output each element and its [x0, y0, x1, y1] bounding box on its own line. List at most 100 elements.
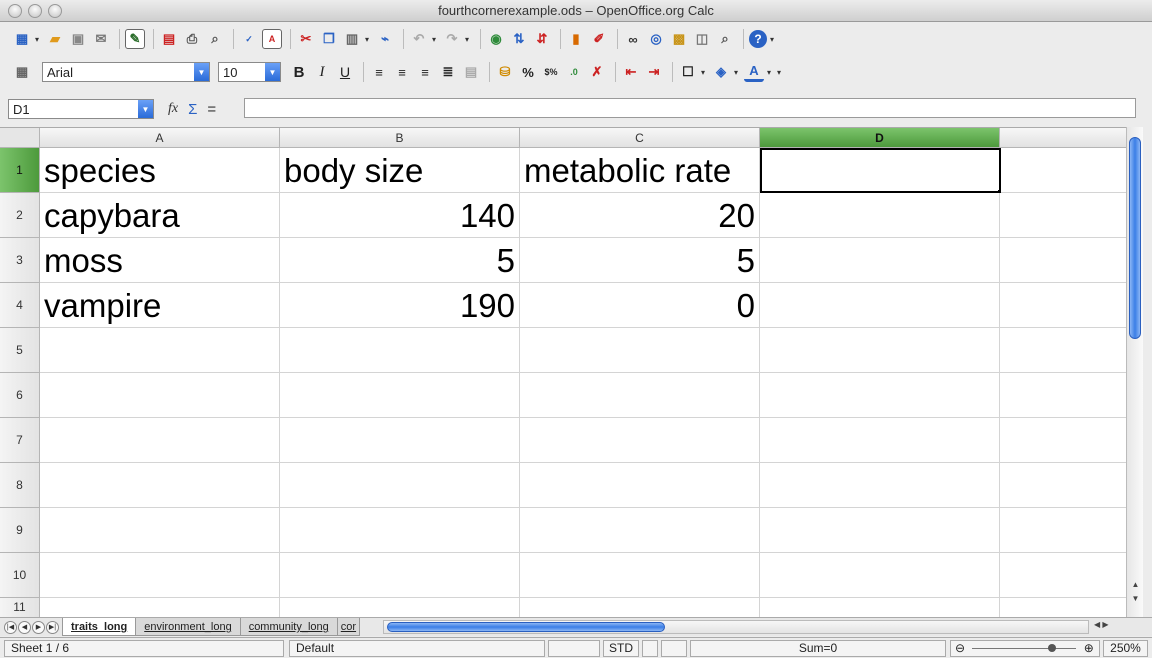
email-icon[interactable]: ✉: [91, 29, 111, 49]
cell-c1[interactable]: metabolic rate: [520, 148, 760, 193]
cell-e3[interactable]: [1000, 238, 1126, 283]
underline-button[interactable]: U: [335, 62, 355, 82]
cell-b5[interactable]: [280, 328, 520, 373]
status-selection-mode[interactable]: STD: [603, 640, 639, 657]
hyperlink-icon[interactable]: ◉: [486, 29, 506, 49]
currency-format-icon[interactable]: ⛁: [495, 62, 515, 82]
styles-formatting-icon[interactable]: ▦: [12, 62, 32, 82]
column-header-c[interactable]: C: [520, 128, 760, 148]
cell-e6[interactable]: [1000, 373, 1126, 418]
cell-a4[interactable]: vampire: [40, 283, 280, 328]
cell-b4[interactable]: 190: [280, 283, 520, 328]
cell-b2[interactable]: 140: [280, 193, 520, 238]
next-sheet-icon[interactable]: ▶: [32, 620, 45, 634]
cell-e11[interactable]: [1000, 598, 1126, 617]
cell-c4[interactable]: 0: [520, 283, 760, 328]
chevron-down-icon[interactable]: ▼: [265, 63, 280, 81]
cell-d9[interactable]: [760, 508, 1000, 553]
horizontal-scrollbar[interactable]: [383, 620, 1089, 634]
background-dropdown-icon[interactable]: ▾: [734, 68, 740, 77]
cell-e1[interactable]: [1000, 148, 1126, 193]
cell-d10[interactable]: [760, 553, 1000, 598]
previous-sheet-icon[interactable]: ◀: [18, 620, 31, 634]
page-preview-icon[interactable]: ⌕: [205, 29, 225, 49]
cell-d2[interactable]: [760, 193, 1000, 238]
font-color-icon[interactable]: A: [744, 62, 764, 82]
bold-button[interactable]: B: [289, 62, 309, 82]
font-color-dropdown-icon[interactable]: ▾: [767, 68, 773, 77]
cell-a1[interactable]: species: [40, 148, 280, 193]
help-icon[interactable]: ?: [749, 30, 767, 48]
print-icon[interactable]: ⎙: [182, 29, 202, 49]
sort-ascending-icon[interactable]: ⇅: [509, 29, 529, 49]
formula-input[interactable]: [244, 98, 1136, 118]
zoom-in-icon[interactable]: ⊕: [1084, 641, 1094, 655]
sheet-tab-traits-long[interactable]: traits_long: [62, 618, 137, 636]
cell-d1-selected[interactable]: [760, 148, 1001, 193]
align-center-icon[interactable]: ≡: [392, 62, 412, 82]
row-header[interactable]: 10: [0, 553, 40, 598]
export-pdf-icon[interactable]: ▤: [159, 29, 179, 49]
chart-icon[interactable]: ▮: [566, 29, 586, 49]
row-header[interactable]: 9: [0, 508, 40, 553]
cell-a11[interactable]: [40, 598, 280, 617]
cell-e4[interactable]: [1000, 283, 1126, 328]
cell-c6[interactable]: [520, 373, 760, 418]
cell-b7[interactable]: [280, 418, 520, 463]
justify-icon[interactable]: ≣: [438, 62, 458, 82]
cell-e5[interactable]: [1000, 328, 1126, 373]
sheet-tab-environment-long[interactable]: environment_long: [135, 618, 241, 636]
cell-b3[interactable]: 5: [280, 238, 520, 283]
format-paintbrush-icon[interactable]: ⌁: [375, 29, 395, 49]
undo-icon[interactable]: ↶: [409, 29, 429, 49]
open-icon[interactable]: ▰: [45, 29, 65, 49]
cell-c9[interactable]: [520, 508, 760, 553]
row-header[interactable]: 1: [0, 148, 40, 193]
zoom-out-icon[interactable]: ⊖: [955, 641, 965, 655]
cell-a6[interactable]: [40, 373, 280, 418]
row-header[interactable]: 6: [0, 373, 40, 418]
cell-e2[interactable]: [1000, 193, 1126, 238]
status-zoom-level[interactable]: 250%: [1103, 640, 1148, 657]
cell-d7[interactable]: [760, 418, 1000, 463]
cell-e7[interactable]: [1000, 418, 1126, 463]
borders-icon[interactable]: ☐: [678, 62, 698, 82]
sheet-tab-community-long[interactable]: community_long: [239, 618, 338, 636]
cell-b9[interactable]: [280, 508, 520, 553]
row-header[interactable]: 5: [0, 328, 40, 373]
find-binoculars-icon[interactable]: ∞: [623, 29, 643, 49]
column-header-a[interactable]: A: [40, 128, 280, 148]
add-decimal-icon[interactable]: .0: [564, 62, 584, 82]
cell-e10[interactable]: [1000, 553, 1126, 598]
row-header[interactable]: 2: [0, 193, 40, 238]
cell-e9[interactable]: [1000, 508, 1126, 553]
datasources-icon[interactable]: ◫: [692, 29, 712, 49]
cell-a2[interactable]: capybara: [40, 193, 280, 238]
copy-icon[interactable]: ❐: [319, 29, 339, 49]
cell-c10[interactable]: [520, 553, 760, 598]
align-right-icon[interactable]: ≡: [415, 62, 435, 82]
row-header[interactable]: 11: [0, 598, 40, 617]
background-color-icon[interactable]: ◈: [711, 62, 731, 82]
close-window-button[interactable]: [8, 4, 22, 18]
zoom-window-button[interactable]: [48, 4, 62, 18]
zoom-icon[interactable]: ⌕: [715, 29, 735, 49]
name-box[interactable]: D1 ▼: [8, 99, 154, 119]
cell-a5[interactable]: [40, 328, 280, 373]
sum-button[interactable]: Σ: [188, 101, 197, 118]
horizontal-scroll-arrows[interactable]: ◀ ▶: [1094, 620, 1109, 629]
toolbar-overflow-icon[interactable]: ▾: [777, 68, 783, 77]
select-all-corner[interactable]: [0, 128, 40, 148]
cell-b8[interactable]: [280, 463, 520, 508]
new-dropdown-icon[interactable]: ▾: [35, 35, 41, 44]
status-page-style[interactable]: Default: [289, 640, 545, 657]
cell-e8[interactable]: [1000, 463, 1126, 508]
column-header-e[interactable]: E: [1000, 128, 1126, 148]
vertical-scrollbar[interactable]: ▲ ▼: [1126, 127, 1143, 617]
cell-a7[interactable]: [40, 418, 280, 463]
paste-icon[interactable]: ▥: [342, 29, 362, 49]
italic-button[interactable]: I: [312, 62, 332, 82]
scroll-up-icon[interactable]: ▲: [1127, 579, 1144, 591]
align-left-icon[interactable]: ≡: [369, 62, 389, 82]
new-document-icon[interactable]: ▦: [12, 29, 32, 49]
